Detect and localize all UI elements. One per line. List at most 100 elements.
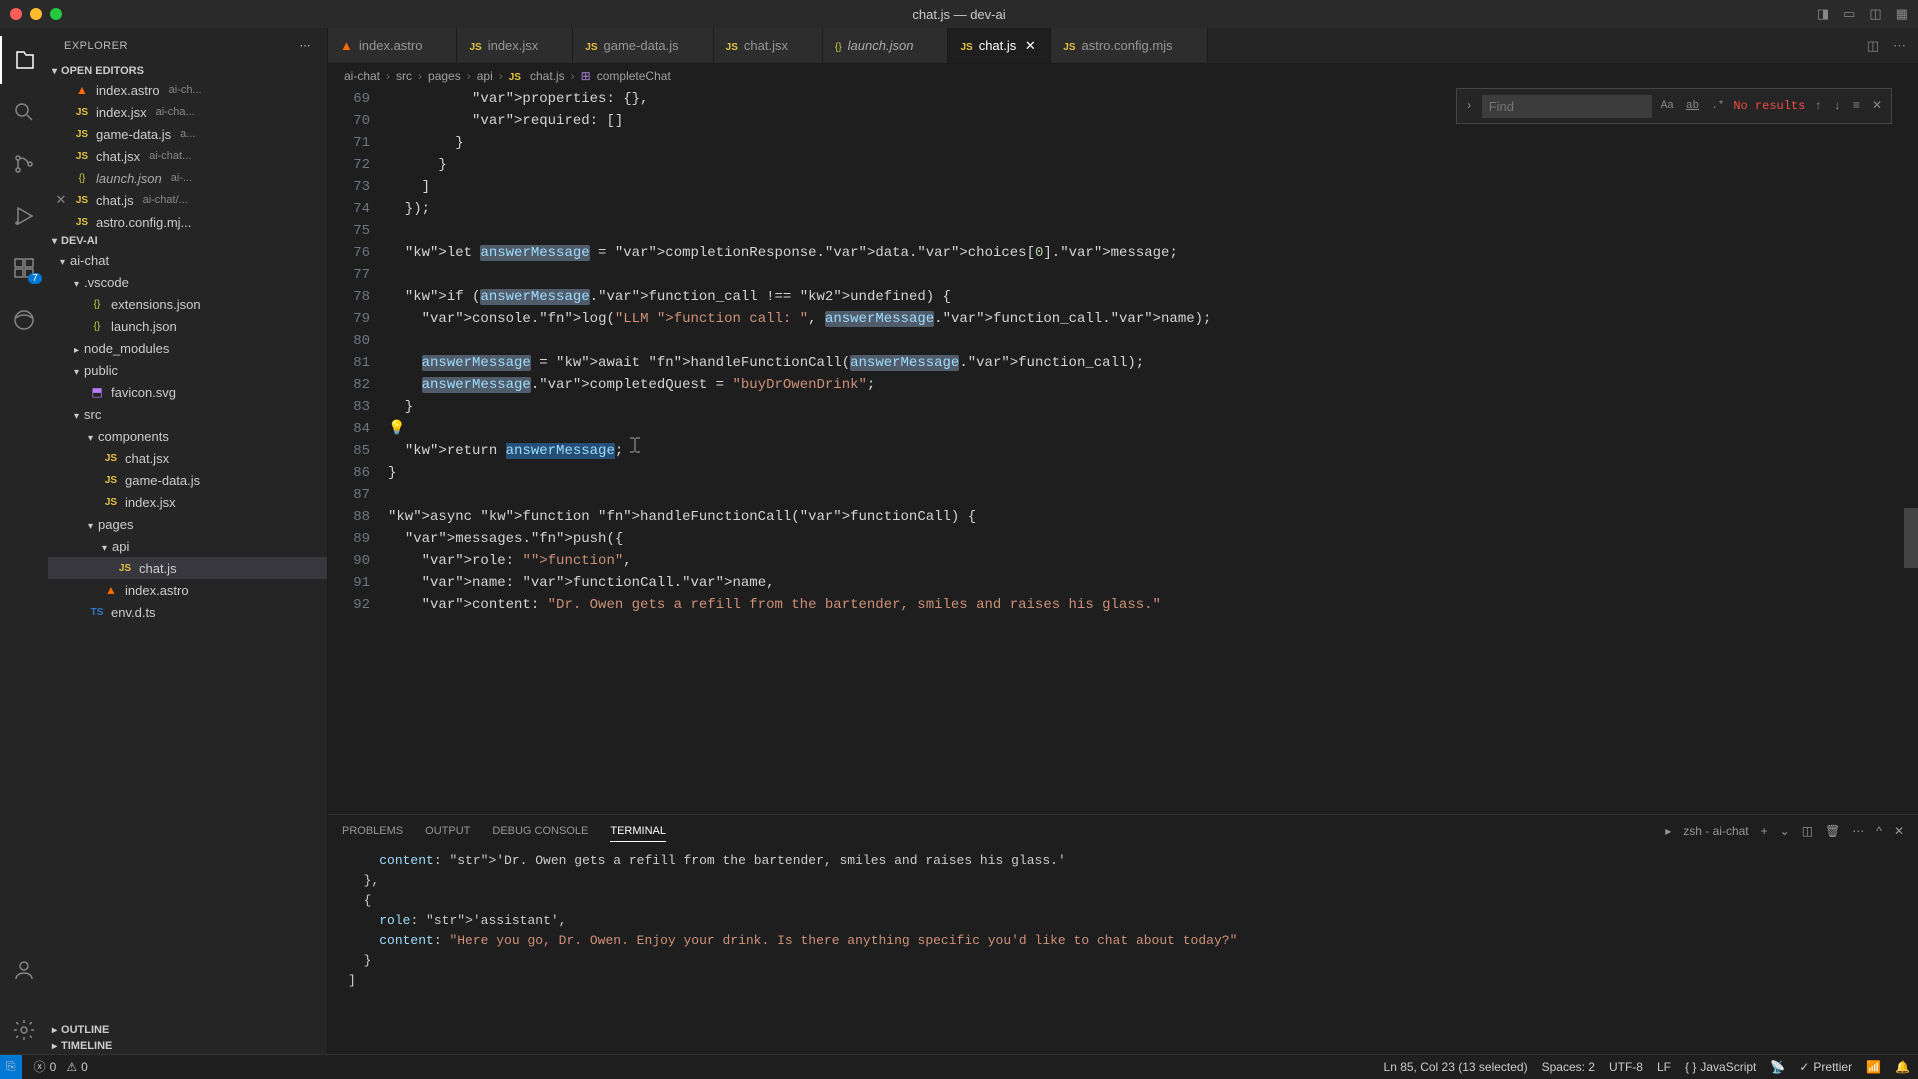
panel-tab[interactable]: OUTPUT: [425, 821, 470, 841]
match-word-icon[interactable]: ab: [1683, 93, 1702, 119]
editor-tab[interactable]: {}launch.json✕: [823, 28, 948, 63]
find-selection-icon[interactable]: ≡: [1850, 95, 1863, 117]
panel-tab[interactable]: PROBLEMS: [342, 821, 403, 841]
panel-right-icon[interactable]: ◫: [1869, 6, 1881, 22]
split-editor-icon[interactable]: ◫: [1867, 38, 1879, 54]
notifications-icon[interactable]: 🔔: [1895, 1060, 1910, 1074]
file-item[interactable]: JSgame-data.js: [48, 469, 327, 491]
panel-tab[interactable]: DEBUG CONSOLE: [492, 821, 588, 841]
folder-item[interactable]: pages: [48, 513, 327, 535]
find-input[interactable]: [1482, 95, 1652, 118]
terminal-output[interactable]: content: "str">'Dr. Owen gets a refill f…: [328, 847, 1918, 1054]
file-item[interactable]: {}extensions.json: [48, 293, 327, 315]
terminal-shell-icon[interactable]: ▸: [1665, 824, 1671, 838]
open-editor-item[interactable]: ✕▲index.astroai-ch...: [48, 79, 327, 101]
editor-tab[interactable]: JSgame-data.js✕: [573, 28, 713, 63]
terminal-dropdown-icon[interactable]: ⌄: [1780, 824, 1790, 838]
cursor-position[interactable]: Ln 85, Col 23 (13 selected): [1384, 1060, 1528, 1074]
account-icon[interactable]: [0, 946, 48, 994]
editor-tab[interactable]: JSchat.jsx✕: [714, 28, 823, 63]
remote-indicator[interactable]: ⎘: [0, 1055, 22, 1079]
window-minimize-button[interactable]: [30, 8, 42, 20]
open-editors-header[interactable]: OPEN EDITORS: [48, 63, 327, 79]
file-item[interactable]: ▲index.astro: [48, 579, 327, 601]
settings-gear-icon[interactable]: [0, 1006, 48, 1054]
warnings-count[interactable]: ⚠ 0: [66, 1060, 87, 1074]
panel-tab[interactable]: TERMINAL: [610, 821, 666, 842]
terminal-more-icon[interactable]: ⋯: [1852, 824, 1864, 838]
search-icon[interactable]: [0, 88, 48, 136]
open-editor-item[interactable]: ✕JSchat.jsai-chat/...: [48, 189, 327, 211]
tab-more-icon[interactable]: ⋯: [1893, 38, 1906, 54]
terminal-close-icon[interactable]: ✕: [1894, 824, 1904, 838]
language-mode[interactable]: { } JavaScript: [1685, 1060, 1756, 1074]
errors-count[interactable]: ⓧ 0: [34, 1058, 57, 1075]
explorer-more-icon[interactable]: ⋯: [300, 39, 312, 52]
window-close-button[interactable]: [10, 8, 22, 20]
timeline-header[interactable]: TIMELINE: [48, 1038, 327, 1054]
source-control-icon[interactable]: [0, 140, 48, 188]
folder-item[interactable]: src: [48, 403, 327, 425]
project-header[interactable]: DEV-AI: [48, 233, 327, 249]
terminal-maximize-icon[interactable]: ^: [1876, 824, 1882, 838]
open-editor-item[interactable]: ✕JSastro.config.mj...: [48, 211, 327, 233]
editor-tab[interactable]: ▲index.astro✕: [328, 28, 457, 63]
panel-layout-icon[interactable]: ◨: [1817, 6, 1829, 22]
outline-header[interactable]: OUTLINE: [48, 1022, 327, 1038]
terminal-shell-label[interactable]: zsh - ai-chat: [1683, 824, 1748, 838]
editor-tab[interactable]: JSchat.js✕: [948, 28, 1051, 63]
find-next-icon[interactable]: ↓: [1831, 95, 1844, 117]
terminal-kill-icon[interactable]: 🗑: [1825, 824, 1840, 838]
breadcrumbs[interactable]: ai-chat›src›pages›api›JSchat.js›⊞ comple…: [328, 64, 1918, 88]
folder-item[interactable]: ai-chat: [48, 249, 327, 271]
file-item[interactable]: JSindex.jsx: [48, 491, 327, 513]
encoding[interactable]: UTF-8: [1609, 1060, 1643, 1074]
extensions-icon[interactable]: 7: [0, 244, 48, 292]
terminal-new-icon[interactable]: +: [1761, 824, 1768, 838]
run-debug-icon[interactable]: [0, 192, 48, 240]
folder-item[interactable]: public: [48, 359, 327, 381]
customize-layout-icon[interactable]: ▦: [1896, 6, 1908, 22]
folder-item[interactable]: .vscode: [48, 271, 327, 293]
close-icon[interactable]: ✕: [54, 192, 68, 208]
file-item[interactable]: ⬒favicon.svg: [48, 381, 327, 403]
eol[interactable]: LF: [1657, 1060, 1671, 1074]
open-editor-item[interactable]: ✕JSgame-data.jsa...: [48, 123, 327, 145]
folder-item[interactable]: components: [48, 425, 327, 447]
editor-tab[interactable]: JSindex.jsx✕: [457, 28, 573, 63]
window-maximize-button[interactable]: [50, 8, 62, 20]
terminal-split-icon[interactable]: ◫: [1802, 824, 1813, 838]
file-item[interactable]: JSchat.jsx: [48, 447, 327, 469]
file-item[interactable]: JSchat.js: [48, 557, 327, 579]
prettier-status[interactable]: ✓ Prettier: [1799, 1060, 1852, 1074]
breadcrumb-item[interactable]: api: [477, 69, 493, 83]
code-content[interactable]: "var">properties: {}, "var">required: []…: [388, 88, 1904, 814]
breadcrumb-item[interactable]: completeChat: [597, 69, 671, 83]
folder-item[interactable]: api: [48, 535, 327, 557]
open-editor-item[interactable]: ✕JSchat.jsxai-chat...: [48, 145, 327, 167]
open-editor-item[interactable]: ✕{}launch.jsonai-...: [48, 167, 327, 189]
find-prev-icon[interactable]: ↑: [1811, 95, 1824, 117]
explorer-icon[interactable]: [0, 36, 48, 84]
folder-item[interactable]: node_modules: [48, 337, 327, 359]
find-close-icon[interactable]: ✕: [1869, 95, 1885, 117]
breadcrumb-item[interactable]: chat.js: [530, 69, 565, 83]
panel-bottom-icon[interactable]: ▭: [1843, 6, 1855, 22]
close-icon[interactable]: ✕: [1022, 38, 1038, 54]
indentation[interactable]: Spaces: 2: [1542, 1060, 1595, 1074]
edge-tools-icon[interactable]: [0, 296, 48, 344]
breadcrumb-item[interactable]: pages: [428, 69, 461, 83]
open-editor-item[interactable]: ✕JSindex.jsxai-cha...: [48, 101, 327, 123]
minimap[interactable]: [1904, 88, 1918, 814]
live-share-icon[interactable]: 📶: [1866, 1060, 1881, 1074]
file-item[interactable]: TSenv.d.ts: [48, 601, 327, 623]
breadcrumb-item[interactable]: ai-chat: [344, 69, 380, 83]
regex-icon[interactable]: .*: [1708, 93, 1727, 119]
find-expand-icon[interactable]: ›: [1463, 95, 1476, 117]
file-item[interactable]: {}launch.json: [48, 315, 327, 337]
match-case-icon[interactable]: Aa: [1658, 93, 1677, 119]
editor-tab[interactable]: JSastro.config.mjs✕: [1051, 28, 1207, 63]
breadcrumb-item[interactable]: src: [396, 69, 412, 83]
code-editor[interactable]: › Aa ab .* No results ↑ ↓ ≡ ✕ 6970717273…: [328, 88, 1918, 814]
feedback-icon[interactable]: 📡: [1770, 1060, 1785, 1074]
